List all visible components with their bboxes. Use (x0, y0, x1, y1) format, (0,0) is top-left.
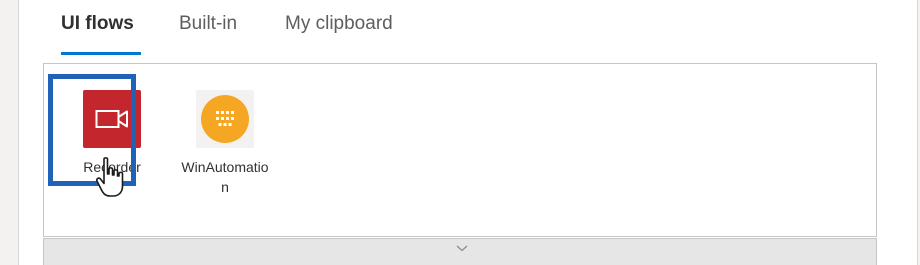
tile-label: WinAutomation (181, 159, 269, 195)
hand-pointer-icon (95, 157, 124, 197)
tab-ui-flows[interactable]: UI flows (61, 13, 134, 35)
chevron-down-icon (456, 245, 468, 252)
tab-my-clipboard[interactable]: My clipboard (285, 13, 393, 35)
tab-bar: UI flows Built-in My clipboard (19, 0, 917, 61)
tab-built-in[interactable]: Built-in (179, 13, 237, 35)
connector-panel: UI flows Built-in My clipboard Recorder (18, 0, 918, 265)
collapse-bar[interactable] (43, 238, 877, 265)
active-tab-indicator (61, 52, 141, 55)
winautomation-icon (196, 90, 254, 148)
tile-winautomation[interactable]: WinAutomation (177, 64, 273, 195)
connector-gallery: Recorder WinAutomation (43, 63, 877, 237)
